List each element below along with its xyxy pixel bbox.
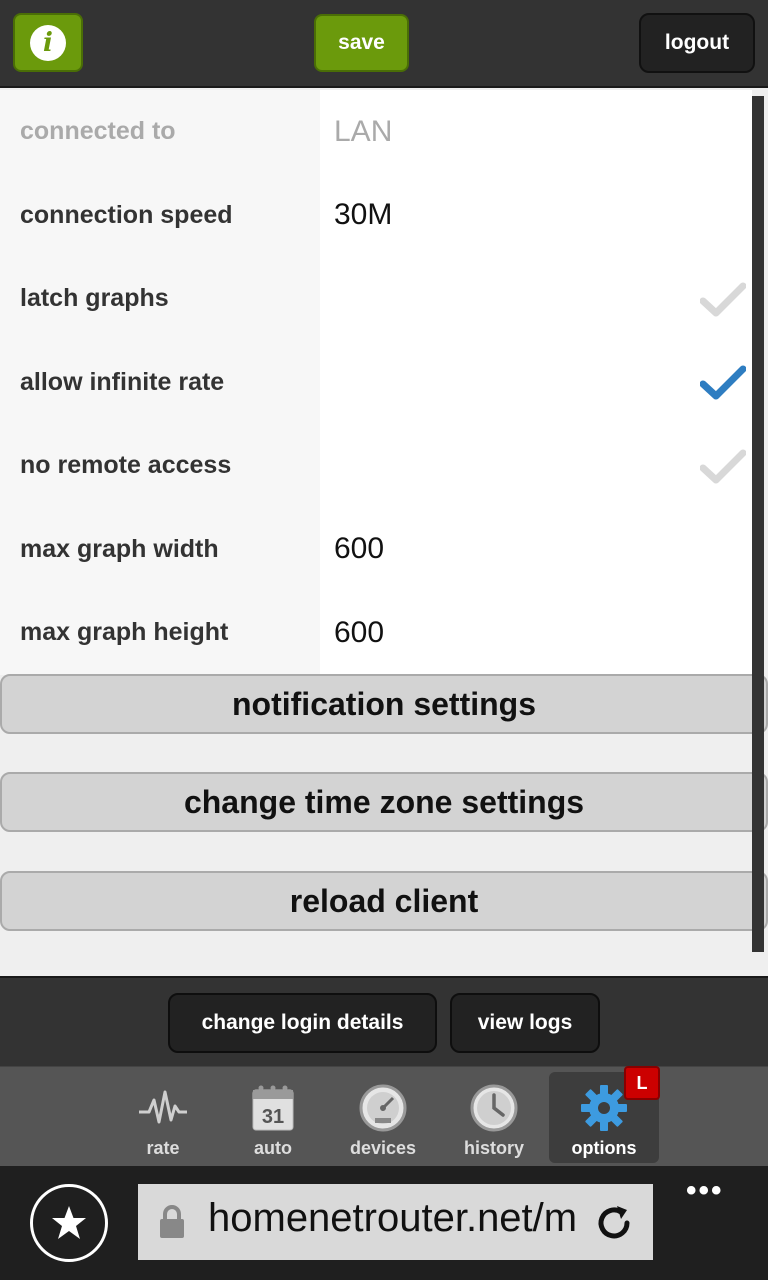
- setting-latch-graphs: latch graphs: [0, 257, 752, 341]
- latch-graphs-toggle[interactable]: [320, 257, 752, 341]
- checkmark-icon[interactable]: [700, 448, 746, 484]
- pulse-icon: [139, 1090, 187, 1124]
- setting-label: max graph height: [0, 591, 320, 675]
- setting-max-graph-width: max graph width 600: [0, 507, 752, 591]
- max-graph-width-field[interactable]: 600: [320, 507, 752, 591]
- change-login-details-button[interactable]: change login details: [168, 993, 437, 1053]
- clock-icon: [470, 1084, 518, 1132]
- nav-label: auto: [254, 1138, 292, 1158]
- nav-history[interactable]: history: [439, 1072, 549, 1163]
- calendar-icon: 31: [252, 1085, 294, 1131]
- setting-allow-infinite-rate: allow infinite rate: [0, 340, 752, 424]
- checkmark-icon[interactable]: [700, 364, 746, 400]
- nav-label: history: [463, 1138, 524, 1158]
- top-toolbar: i save logout: [0, 0, 768, 88]
- url-text: homenetrouter.net/m: [208, 1196, 578, 1240]
- address-bar[interactable]: homenetrouter.net/m: [138, 1184, 653, 1260]
- reload-client-button[interactable]: reload client: [0, 871, 768, 931]
- browser-bar: homenetrouter.net/m •••: [0, 1166, 768, 1280]
- nav-rate[interactable]: rate: [108, 1072, 218, 1163]
- options-badge: L: [624, 1066, 660, 1100]
- nav-label: devices: [349, 1138, 417, 1158]
- favorites-button[interactable]: [30, 1184, 108, 1262]
- gear-icon: [581, 1085, 627, 1131]
- setting-connected-to: connected to LAN: [0, 90, 752, 174]
- allow-infinite-rate-toggle[interactable]: [320, 340, 752, 424]
- setting-label: latch graphs: [0, 257, 320, 341]
- settings-panel: connected to LAN connection speed 30M la…: [0, 90, 768, 976]
- setting-label: no remote access: [0, 424, 320, 508]
- secondary-toolbar: change login details view logs: [0, 976, 768, 1066]
- calendar-day: 31: [262, 1106, 284, 1128]
- setting-connection-speed: connection speed 30M: [0, 173, 752, 257]
- view-logs-button[interactable]: view logs: [450, 993, 600, 1053]
- change-time-zone-button[interactable]: change time zone settings: [0, 772, 768, 832]
- info-icon: i: [30, 24, 66, 61]
- setting-label: connection speed: [0, 173, 320, 257]
- scrollbar[interactable]: [752, 96, 764, 952]
- nav-label: options: [571, 1138, 637, 1158]
- more-menu-icon[interactable]: •••: [686, 1174, 724, 1208]
- logout-button[interactable]: logout: [639, 13, 755, 73]
- setting-no-remote-access: no remote access: [0, 424, 752, 508]
- setting-label: allow infinite rate: [0, 340, 320, 424]
- gauge-icon: [359, 1084, 407, 1132]
- setting-max-graph-height: max graph height 600: [0, 591, 752, 675]
- star-icon: [52, 1206, 86, 1239]
- settings-list: connected to LAN connection speed 30M la…: [0, 90, 752, 675]
- save-button[interactable]: save: [314, 14, 409, 72]
- nav-label: rate: [146, 1138, 180, 1158]
- notification-settings-button[interactable]: notification settings: [0, 674, 768, 734]
- setting-label: max graph width: [0, 507, 320, 591]
- nav-devices[interactable]: devices: [328, 1072, 438, 1163]
- setting-label: connected to: [0, 90, 320, 174]
- lock-icon: [160, 1205, 184, 1238]
- refresh-icon[interactable]: [593, 1202, 635, 1244]
- connection-speed-field[interactable]: 30M: [320, 173, 752, 257]
- no-remote-access-toggle[interactable]: [320, 424, 752, 508]
- max-graph-height-field[interactable]: 600: [320, 591, 752, 675]
- checkmark-icon[interactable]: [700, 281, 746, 317]
- nav-auto[interactable]: 31 auto: [218, 1072, 328, 1163]
- connected-to-value: LAN: [320, 90, 752, 174]
- info-button[interactable]: i: [13, 13, 83, 72]
